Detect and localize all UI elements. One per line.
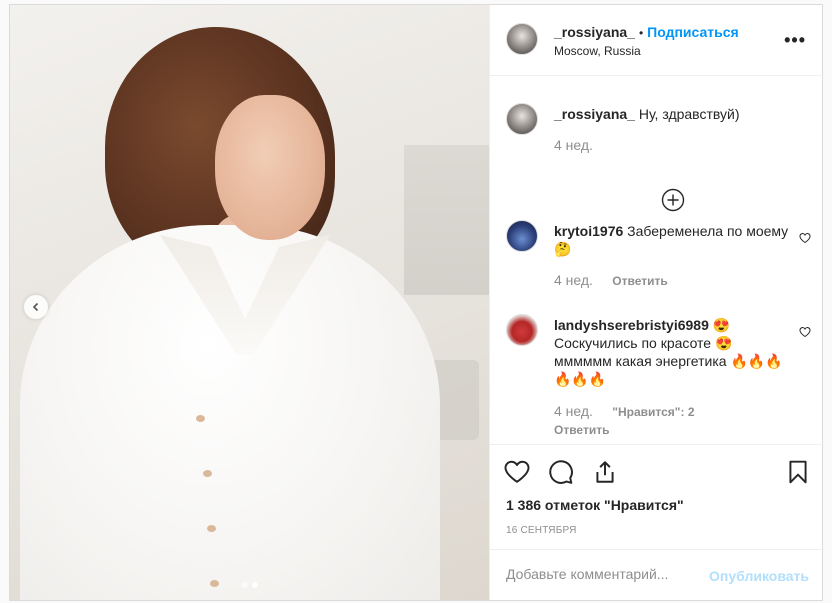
reply-button[interactable]: Ответить (554, 423, 609, 437)
post-photo[interactable] (10, 5, 489, 600)
comment-icon[interactable] (548, 459, 574, 485)
avatar[interactable] (506, 103, 538, 135)
heart-icon[interactable] (504, 459, 530, 485)
avatar[interactable] (506, 220, 538, 252)
comment-time[interactable]: 4 нед. (554, 272, 593, 288)
header-separator: • (638, 26, 644, 40)
post-card: _rossiyana_ • Подписаться Moscow, Russia •… (9, 4, 825, 601)
comment-body: krytoi1976 Забеременела по моему🤔 (554, 222, 789, 258)
heart-icon[interactable] (799, 232, 811, 244)
more-icon[interactable]: ••• (784, 30, 806, 51)
caption-meta: 4 нед. (554, 137, 609, 153)
comment-likes[interactable]: "Нравится": 2 (612, 405, 694, 419)
photo-face (215, 95, 325, 240)
shirt-button (207, 525, 216, 532)
post-date[interactable]: 16 СЕНТЯБРЯ (506, 525, 577, 536)
comments-list: _rossiyana_ Ну, здравствуй) 4 нед. kryto… (490, 77, 825, 444)
comment-time[interactable]: 4 нед. (554, 403, 593, 419)
add-comment-bar: Опубликовать (490, 549, 825, 600)
chevron-left-icon (32, 302, 39, 312)
heart-icon[interactable] (799, 326, 811, 338)
avatar[interactable] (506, 23, 538, 55)
comment-meta: 4 нед. "Нравится": 2 Ответить (554, 402, 784, 439)
carousel-dot-active[interactable] (252, 582, 258, 588)
follow-button[interactable]: Подписаться (647, 24, 739, 40)
carousel-dots (242, 582, 258, 588)
likes-count[interactable]: 1 386 отметок "Нравится" (506, 497, 684, 513)
caption-username[interactable]: _rossiyana_ (554, 106, 635, 122)
comment-input[interactable] (506, 566, 696, 582)
carousel-prev-button[interactable] (24, 295, 48, 319)
comment-meta: 4 нед. Ответить (554, 272, 682, 288)
plus-circle-icon[interactable] (661, 188, 685, 212)
photo-shirt (20, 225, 440, 600)
post-sidebar: _rossiyana_ • Подписаться Moscow, Russia •… (489, 5, 825, 600)
reply-button[interactable]: Ответить (612, 274, 667, 288)
comment-username[interactable]: landyshserebristyi6989 (554, 317, 709, 333)
shirt-button (210, 580, 219, 587)
background-window (404, 145, 489, 295)
caption: _rossiyana_ Ну, здравствуй) 4 нед. (506, 103, 811, 212)
location-link[interactable]: Moscow, Russia (554, 44, 739, 58)
share-icon[interactable] (592, 459, 618, 485)
publish-button[interactable]: Опубликовать (709, 568, 809, 584)
shirt-button (203, 470, 212, 477)
comment-username[interactable]: krytoi1976 (554, 223, 623, 239)
post-header: _rossiyana_ • Подписаться Moscow, Russia •… (490, 5, 824, 76)
caption-text: Ну, здравствуй) (638, 106, 740, 122)
comment-item: landyshserebristyi6989 😍 Соскучились по … (506, 314, 811, 439)
comment-body: landyshserebristyi6989 😍 Соскучились по … (554, 316, 789, 388)
bookmark-icon[interactable] (785, 459, 811, 485)
header-username[interactable]: _rossiyana_ (554, 24, 635, 40)
avatar[interactable] (506, 314, 538, 346)
action-bar: 1 386 отметок "Нравится" 16 СЕНТЯБРЯ (490, 444, 825, 549)
caption-body: _rossiyana_ Ну, здравствуй) (554, 105, 789, 123)
header-names: _rossiyana_ • Подписаться Moscow, Russia (554, 24, 739, 58)
shirt-button (196, 415, 205, 422)
comment-item: krytoi1976 Забеременела по моему🤔 4 нед.… (506, 220, 811, 300)
caption-time[interactable]: 4 нед. (554, 137, 593, 153)
carousel-dot[interactable] (242, 582, 248, 588)
